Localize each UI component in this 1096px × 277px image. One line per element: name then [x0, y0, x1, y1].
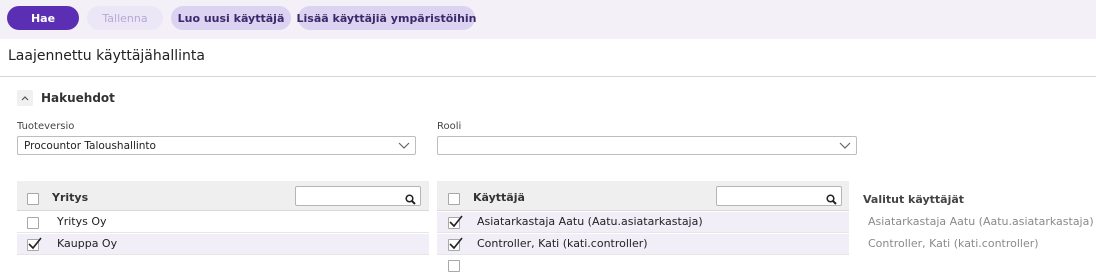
chevron-down-icon: [398, 140, 410, 153]
selected-users-title: Valitut käyttäjät: [863, 193, 965, 206]
selected-user-item: Asiatarkastaja Aatu (Aatu.asiatarkastaja…: [868, 215, 1094, 228]
search-button[interactable]: Hae: [7, 6, 79, 30]
user-row[interactable]: Asiatarkastaja Aatu (Aatu.asiatarkastaja…: [437, 212, 849, 233]
user-row[interactable]: Controller, Kati (kati.controller): [437, 234, 849, 255]
title-divider: [0, 76, 1096, 77]
user-row[interactable]: [437, 256, 849, 277]
company-name: Kauppa Oy: [57, 237, 118, 250]
user-checkbox[interactable]: [448, 215, 463, 229]
add-users-to-environments-button[interactable]: Lisää käyttäjiä ympäristöihin: [297, 6, 477, 30]
save-button[interactable]: Tallenna: [87, 6, 163, 30]
role-label: Rooli: [437, 121, 462, 132]
select-all-companies-checkbox[interactable]: [27, 193, 39, 205]
product-version-select[interactable]: Procountor Taloushallinto: [17, 136, 416, 155]
company-row[interactable]: Kauppa Oy: [17, 234, 429, 255]
checkmark-icon: [449, 215, 463, 228]
search-criteria-header[interactable]: Hakuehdot: [17, 89, 115, 107]
search-icon[interactable]: [405, 190, 416, 209]
page-title: Laajennettu käyttäjähallinta: [8, 48, 205, 64]
user-name: Asiatarkastaja Aatu (Aatu.asiatarkastaja…: [477, 215, 703, 228]
role-select[interactable]: [437, 136, 857, 155]
user-checkbox[interactable]: [448, 260, 460, 272]
checkmark-icon: [28, 237, 42, 250]
selected-user-item: Controller, Kati (kati.controller): [868, 237, 1039, 250]
user-search-input[interactable]: [716, 186, 842, 206]
create-user-button[interactable]: Luo uusi käyttäjä: [171, 6, 291, 30]
chevron-up-icon[interactable]: [17, 90, 33, 106]
chevron-down-icon: [839, 140, 851, 153]
company-grid-header: Yritys: [17, 181, 429, 211]
select-all-users-checkbox[interactable]: [448, 193, 460, 205]
company-search-input[interactable]: [295, 186, 421, 206]
company-name: Yritys Oy: [57, 215, 107, 228]
company-checkbox[interactable]: [27, 237, 42, 251]
user-checkbox[interactable]: [448, 237, 463, 251]
checkmark-icon: [449, 237, 463, 250]
company-checkbox[interactable]: [27, 217, 39, 229]
user-column-header: Käyttäjä: [473, 191, 525, 204]
section-title: Hakuehdot: [41, 91, 115, 105]
user-grid-header: Käyttäjä: [437, 181, 849, 211]
user-name: Controller, Kati (kati.controller): [477, 237, 648, 250]
product-version-label: Tuoteversio: [17, 121, 75, 132]
product-version-value: Procountor Taloushallinto: [24, 139, 156, 152]
company-row[interactable]: Yritys Oy: [17, 212, 429, 233]
search-icon[interactable]: [826, 190, 837, 209]
toolbar: Hae Tallenna Luo uusi käyttäjä Lisää käy…: [0, 0, 1096, 39]
company-column-header: Yritys: [52, 191, 89, 204]
